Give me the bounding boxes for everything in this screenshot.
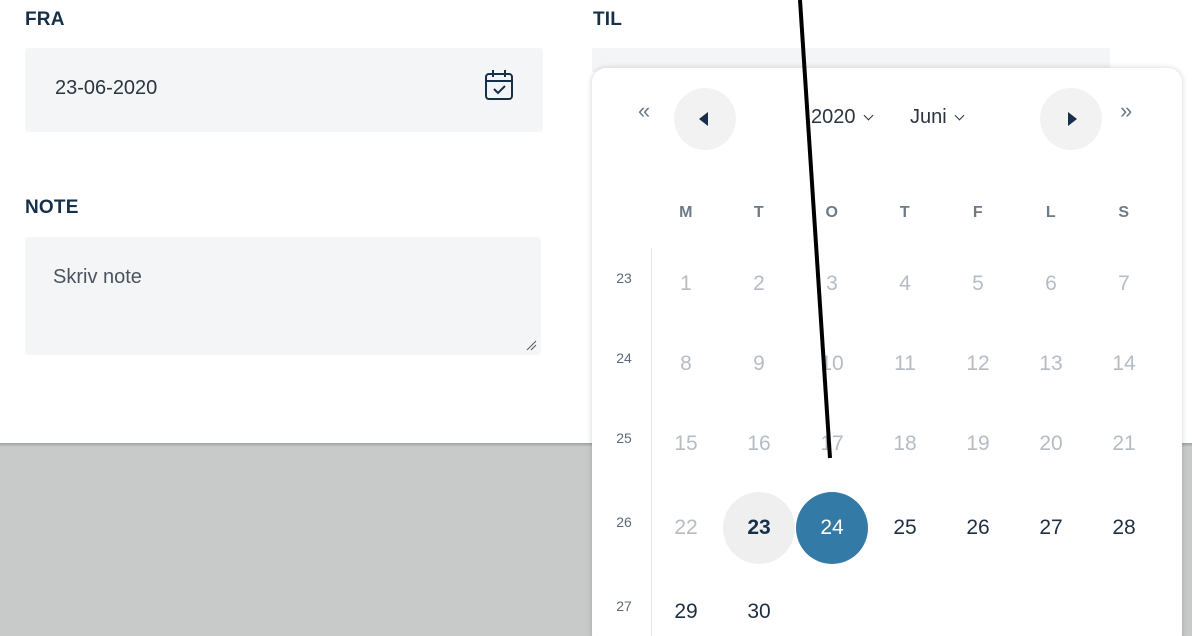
calendar-day[interactable]: 3 bbox=[796, 248, 868, 320]
calendar-day[interactable]: 11 bbox=[869, 328, 941, 400]
calendar-day[interactable]: 27 bbox=[1015, 492, 1087, 564]
year-select-value: 2020 bbox=[811, 106, 856, 128]
calendar-day[interactable]: 4 bbox=[869, 248, 941, 320]
month-select[interactable]: Juni bbox=[910, 106, 965, 129]
resize-handle-icon[interactable] bbox=[525, 339, 537, 351]
double-chevron-left-icon[interactable]: « bbox=[638, 98, 650, 124]
calendar-day[interactable]: 18 bbox=[869, 408, 941, 480]
weekday-label: M bbox=[679, 204, 693, 221]
to-label: TIL bbox=[593, 9, 623, 30]
week-number: 26 bbox=[616, 514, 632, 530]
calendar-day[interactable]: 10 bbox=[796, 328, 868, 400]
weekday-label: O bbox=[825, 204, 839, 221]
next-month-button[interactable] bbox=[1040, 88, 1102, 150]
calendar-day[interactable]: 17 bbox=[796, 408, 868, 480]
weekday-label: T bbox=[899, 204, 911, 221]
calendar-day[interactable]: 8 bbox=[650, 328, 722, 400]
from-date-value: 23-06-2020 bbox=[55, 77, 158, 99]
caret-left-icon bbox=[699, 112, 708, 126]
calendar-day[interactable]: 16 bbox=[723, 408, 795, 480]
today-day[interactable]: 23 bbox=[723, 492, 795, 564]
calendar-day[interactable]: 26 bbox=[942, 492, 1014, 564]
calendar-day[interactable]: 2 bbox=[723, 248, 795, 320]
double-chevron-right-icon[interactable]: » bbox=[1120, 98, 1132, 124]
note-textarea[interactable]: Skriv note bbox=[25, 237, 541, 355]
weekday-label: F bbox=[972, 204, 984, 221]
calendar-day[interactable]: 20 bbox=[1015, 408, 1087, 480]
calendar-check-icon[interactable] bbox=[483, 68, 515, 102]
calendar-day[interactable]: 15 bbox=[650, 408, 722, 480]
month-select-value: Juni bbox=[910, 106, 947, 128]
year-select[interactable]: 2020 bbox=[811, 106, 873, 129]
calendar-day[interactable]: 9 bbox=[723, 328, 795, 400]
weekday-label: L bbox=[1045, 204, 1057, 221]
chevron-down-icon bbox=[863, 110, 873, 121]
calendar-day[interactable]: 29 bbox=[650, 576, 722, 636]
from-label: FRA bbox=[25, 9, 65, 30]
week-number: 24 bbox=[616, 350, 632, 366]
weekday-label: T bbox=[753, 204, 765, 221]
note-placeholder: Skriv note bbox=[53, 266, 142, 288]
chevron-down-icon bbox=[954, 110, 965, 121]
calendar-day[interactable]: 7 bbox=[1088, 248, 1160, 320]
caret-right-icon bbox=[1068, 112, 1077, 126]
selected-day[interactable]: 24 bbox=[796, 492, 868, 564]
calendar-day[interactable]: 1 bbox=[650, 248, 722, 320]
calendar-day[interactable]: 13 bbox=[1015, 328, 1087, 400]
calendar-day[interactable]: 5 bbox=[942, 248, 1014, 320]
calendar-day[interactable]: 6 bbox=[1015, 248, 1087, 320]
from-date-field[interactable]: 23-06-2020 bbox=[25, 48, 543, 132]
calendar-day[interactable]: 22 bbox=[650, 492, 722, 564]
weekday-label: S bbox=[1118, 204, 1130, 221]
week-number: 27 bbox=[616, 598, 632, 614]
week-number: 25 bbox=[616, 430, 632, 446]
calendar-day[interactable]: 30 bbox=[723, 576, 795, 636]
note-label: NOTE bbox=[25, 197, 79, 218]
calendar-day[interactable]: 21 bbox=[1088, 408, 1160, 480]
calendar-day[interactable]: 12 bbox=[942, 328, 1014, 400]
week-number: 23 bbox=[616, 270, 632, 286]
calendar-day[interactable]: 14 bbox=[1088, 328, 1160, 400]
prev-month-button[interactable] bbox=[674, 88, 736, 150]
calendar-day[interactable]: 25 bbox=[869, 492, 941, 564]
date-picker-popup: « 2020 Juni » MTOTFLS 23 1 2 3 4 5 6 7 24 8 9 10 11 1… bbox=[592, 68, 1182, 636]
calendar-day[interactable]: 28 bbox=[1088, 492, 1160, 564]
calendar-day[interactable]: 19 bbox=[942, 408, 1014, 480]
